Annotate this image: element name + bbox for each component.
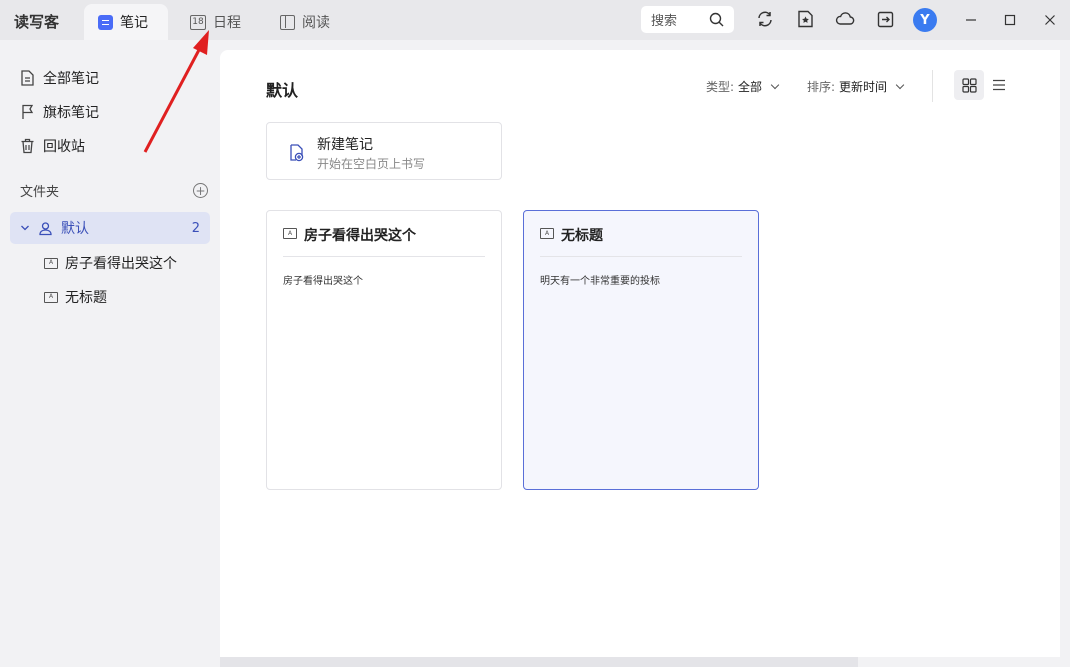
sidebar-item-trash[interactable]: 回收站 bbox=[20, 134, 85, 158]
minimize-button[interactable] bbox=[960, 9, 982, 31]
add-folder-button[interactable]: + bbox=[193, 183, 208, 198]
chevron-down-icon bbox=[895, 80, 905, 90]
search-label: 搜索 bbox=[651, 14, 678, 29]
plus-icon: + bbox=[195, 183, 206, 198]
type-filter-label: 类型: bbox=[706, 80, 735, 94]
app-name: 读写客 bbox=[14, 13, 60, 31]
minimize-icon bbox=[966, 19, 976, 21]
sidebar-note-item[interactable]: A 无标题 bbox=[44, 286, 107, 308]
avatar[interactable]: Y bbox=[913, 8, 937, 32]
folder-label: 默认 bbox=[61, 221, 89, 237]
list-view-button[interactable] bbox=[990, 70, 1008, 100]
sidebar: 全部笔记 旗标笔记 回收站 文件夹 + 默认 2 A 房子看得出哭这个 A 无标… bbox=[0, 40, 220, 667]
type-filter-value: 全部 bbox=[738, 80, 763, 94]
chevron-down-icon bbox=[770, 80, 780, 90]
maximize-icon bbox=[1004, 14, 1016, 26]
folder-user-icon bbox=[39, 221, 52, 235]
note-icon: A bbox=[540, 228, 554, 239]
chevron-down-icon[interactable] bbox=[20, 223, 30, 233]
list-icon bbox=[993, 79, 1005, 91]
note-icon: A bbox=[44, 257, 58, 269]
folder-count: 2 bbox=[191, 220, 200, 236]
export-icon bbox=[877, 11, 893, 27]
grid-view-button[interactable] bbox=[954, 70, 984, 100]
tab-notes-label: 笔记 bbox=[120, 15, 148, 31]
document-icon bbox=[21, 70, 34, 86]
note-icon: A bbox=[283, 228, 297, 239]
tab-schedule-label: 日程 bbox=[213, 15, 241, 31]
sidebar-note-label: 房子看得出哭这个 bbox=[65, 256, 177, 272]
flag-icon bbox=[22, 104, 34, 119]
star-note-icon bbox=[797, 10, 813, 28]
cloud-button[interactable] bbox=[834, 8, 856, 30]
sidebar-note-item[interactable]: A 房子看得出哭这个 bbox=[44, 252, 177, 274]
toolbar-divider bbox=[932, 70, 933, 102]
tab-notes[interactable]: 笔记 bbox=[84, 4, 168, 40]
new-note-icon bbox=[290, 144, 304, 162]
tab-schedule[interactable]: 18 日程 bbox=[176, 4, 255, 40]
search-box[interactable]: 搜索 bbox=[641, 6, 734, 33]
note-card-header: A 无标题 bbox=[540, 225, 742, 257]
maximize-button[interactable] bbox=[999, 9, 1021, 31]
tab-read-label: 阅读 bbox=[302, 15, 330, 31]
note-card-title: 无标题 bbox=[561, 228, 603, 244]
sort-filter[interactable]: 排序: 更新时间 bbox=[807, 78, 905, 95]
cloud-icon bbox=[835, 12, 855, 25]
note-card-header: A 房子看得出哭这个 bbox=[283, 225, 485, 257]
tab-read[interactable]: 阅读 bbox=[266, 4, 344, 40]
new-note-title: 新建笔记 bbox=[317, 137, 373, 153]
main-panel: 默认 类型: 全部 排序: 更新时间 新建笔记 开始在空白页上书写 A 房子看得… bbox=[220, 50, 1060, 657]
export-button[interactable] bbox=[874, 8, 896, 30]
favorite-note-button[interactable] bbox=[794, 8, 816, 30]
search-icon bbox=[709, 12, 724, 27]
sidebar-item-label: 全部笔记 bbox=[43, 71, 99, 87]
sidebar-item-label: 旗标笔记 bbox=[43, 105, 99, 121]
close-button[interactable] bbox=[1039, 9, 1061, 31]
close-icon bbox=[1045, 15, 1055, 25]
calendar-icon: 18 bbox=[190, 14, 206, 30]
notes-icon bbox=[98, 14, 113, 30]
sync-button[interactable] bbox=[754, 8, 776, 30]
trash-icon bbox=[21, 138, 34, 154]
note-card-title: 房子看得出哭这个 bbox=[304, 228, 416, 244]
sidebar-item-all-notes[interactable]: 全部笔记 bbox=[20, 66, 99, 90]
new-note-button[interactable]: 新建笔记 开始在空白页上书写 bbox=[266, 122, 502, 180]
note-card-preview: 房子看得出哭这个 bbox=[283, 276, 363, 287]
folder-default[interactable]: 默认 2 bbox=[10, 212, 210, 244]
page-title: 默认 bbox=[266, 81, 299, 100]
new-note-subtitle: 开始在空白页上书写 bbox=[317, 157, 426, 171]
note-card-selected[interactable]: A 无标题 明天有一个非常重要的投标 bbox=[523, 210, 759, 490]
book-icon bbox=[280, 14, 295, 30]
sort-filter-value: 更新时间 bbox=[839, 80, 888, 94]
folders-heading: 文件夹 bbox=[20, 185, 60, 200]
type-filter[interactable]: 类型: 全部 bbox=[706, 78, 780, 95]
sidebar-item-label: 回收站 bbox=[43, 139, 85, 155]
note-card-preview: 明天有一个非常重要的投标 bbox=[540, 276, 660, 287]
note-icon: A bbox=[44, 291, 58, 303]
title-bar: 读写客 笔记 18 日程 阅读 搜索 Y bbox=[0, 0, 1070, 40]
sidebar-note-label: 无标题 bbox=[65, 290, 107, 306]
grid-icon bbox=[961, 77, 977, 93]
sort-filter-label: 排序: bbox=[807, 80, 836, 94]
note-card[interactable]: A 房子看得出哭这个 房子看得出哭这个 bbox=[266, 210, 502, 490]
sidebar-item-flagged-notes[interactable]: 旗标笔记 bbox=[20, 100, 99, 124]
horizontal-scrollbar[interactable] bbox=[220, 657, 858, 667]
sync-icon bbox=[758, 11, 772, 27]
